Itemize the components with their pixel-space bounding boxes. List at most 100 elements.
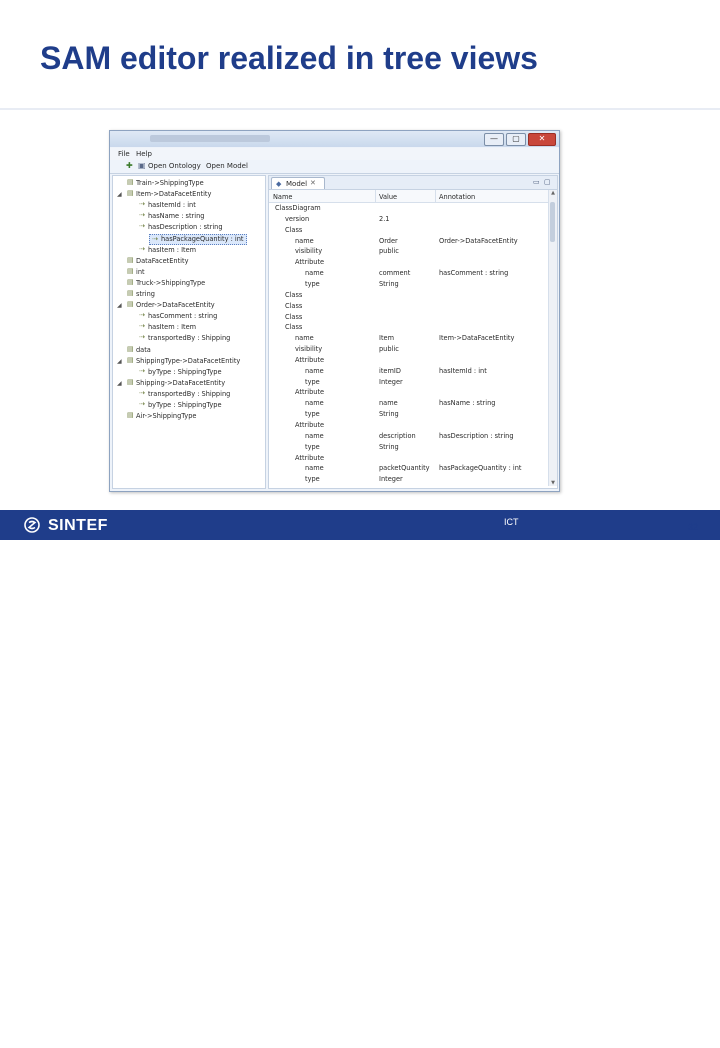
- decorative-dot: [602, 1033, 604, 1035]
- window-titlebar[interactable]: — ▢ ✕: [110, 131, 559, 147]
- expand-arrow-icon[interactable]: ◢: [117, 356, 125, 367]
- tree-item-label: hasDescription : string: [148, 223, 223, 232]
- tree-item-label: Air->ShippingType: [136, 412, 197, 421]
- table-row[interactable]: name packetQuantity hasPackageQuantity : i…: [269, 463, 549, 474]
- tree-item[interactable]: ⇢ hasItem : Item: [113, 245, 261, 256]
- open-ontology-button[interactable]: Open Ontology: [148, 162, 201, 170]
- column-divider[interactable]: [375, 190, 376, 202]
- column-value-header[interactable]: Value: [379, 193, 397, 201]
- tree-item[interactable]: ◢ ▤ ShippingType->DataFacetEntity: [113, 356, 261, 367]
- column-name-header[interactable]: Name: [273, 193, 292, 201]
- table-row[interactable]: type String: [269, 442, 549, 453]
- tree-item-label: Order->DataFacetEntity: [136, 301, 215, 310]
- table-row[interactable]: version 2.1: [269, 214, 549, 225]
- tab-model-label: Model: [286, 180, 308, 188]
- cell-name: visibility: [295, 345, 323, 354]
- vertical-scrollbar[interactable]: ▲ ▼: [548, 190, 557, 486]
- tree-item[interactable]: ▤ data: [113, 345, 261, 356]
- plus-icon[interactable]: ✚: [126, 162, 134, 170]
- minimize-button[interactable]: —: [484, 133, 504, 146]
- tree-item[interactable]: ▤ DataFacetEntity: [113, 256, 261, 267]
- cell-name: Class: [285, 312, 303, 321]
- table-row[interactable]: Class: [269, 301, 549, 312]
- table-row[interactable]: name itemID hasItemId : int: [269, 366, 549, 377]
- expand-arrow-icon[interactable]: ◢: [117, 189, 125, 200]
- table-row[interactable]: Class: [269, 312, 549, 323]
- scroll-up-icon[interactable]: ▲: [549, 190, 557, 196]
- property-icon: ⇢: [139, 211, 145, 220]
- close-tab-icon[interactable]: ✕: [310, 179, 316, 187]
- cell-name: Attribute: [295, 355, 325, 364]
- cell-value: Order: [379, 236, 398, 245]
- table-row[interactable]: name name hasName : string: [269, 398, 549, 409]
- table-row[interactable]: Class: [269, 290, 549, 301]
- tree-item[interactable]: ◢ ▤ Item->DataFacetEntity: [113, 189, 261, 200]
- sintef-logo-icon: [24, 517, 40, 533]
- table-row[interactable]: type Integer: [269, 474, 549, 485]
- tree-item[interactable]: ▤ string: [113, 289, 261, 300]
- table-row[interactable]: Attribute: [269, 355, 549, 366]
- decorative-dot: [542, 1042, 544, 1044]
- tree-item[interactable]: ⇢ hasItem : Item: [113, 322, 261, 333]
- tree-item[interactable]: ⇢ hasPackageQuantity : int: [149, 233, 247, 245]
- tree-item[interactable]: ⇢ transportedBy : Shipping: [113, 389, 261, 400]
- table-row[interactable]: type String: [269, 279, 549, 290]
- expand-arrow-icon[interactable]: ◢: [117, 378, 125, 389]
- column-annotation-header[interactable]: Annotation: [439, 193, 475, 201]
- tree-item[interactable]: ▤ Train->ShippingType: [113, 178, 261, 189]
- table-row[interactable]: type String: [269, 409, 549, 420]
- column-divider[interactable]: [435, 190, 436, 202]
- table-row[interactable]: Attribute: [269, 453, 549, 464]
- tree-item[interactable]: ⇢ hasItemId : int: [113, 200, 261, 211]
- table-row[interactable]: name Item Item->DataFacetEntity: [269, 333, 549, 344]
- tree-item-label: transportedBy : Shipping: [148, 334, 231, 343]
- cell-name: name: [295, 236, 314, 245]
- tree-item[interactable]: ▤ Air->ShippingType: [113, 411, 261, 422]
- tree-item[interactable]: ▤ Truck->ShippingType: [113, 278, 261, 289]
- cell-name: visibility: [295, 247, 323, 256]
- tree-item[interactable]: ⇢ hasName : string: [113, 211, 261, 222]
- tree-item-label: hasItem : Item: [148, 245, 197, 254]
- tree-item[interactable]: ⇢ byType : ShippingType: [113, 400, 261, 411]
- tree-item[interactable]: ⇢ hasDescription : string: [113, 222, 261, 233]
- cell-name: Class: [285, 301, 303, 310]
- menu-help[interactable]: Help: [136, 150, 152, 158]
- tab-model[interactable]: ◆ Model ✕: [271, 177, 325, 189]
- table-row[interactable]: name comment hasComment : string: [269, 268, 549, 279]
- maximize-view-icon[interactable]: ▢: [544, 178, 551, 186]
- table-row[interactable]: Class: [269, 225, 549, 236]
- property-icon: ⇢: [139, 400, 145, 408]
- open-model-button[interactable]: Open Model: [206, 162, 248, 170]
- tree-item[interactable]: ⇢ transportedBy : Shipping: [113, 333, 261, 344]
- tree-item[interactable]: ◢ ▤ Order->DataFacetEntity: [113, 300, 261, 311]
- table-row[interactable]: name description hasDescription : string: [269, 431, 549, 442]
- cell-value: name: [379, 399, 398, 408]
- property-icon: ⇢: [139, 311, 145, 320]
- tree-item[interactable]: ⇢ hasComment : string: [113, 311, 261, 322]
- close-button[interactable]: ✕: [528, 133, 556, 146]
- table-row[interactable]: Attribute: [269, 387, 549, 398]
- maximize-button[interactable]: ▢: [506, 133, 526, 146]
- table-row[interactable]: visibility public: [269, 246, 549, 257]
- table-row[interactable]: Attribute: [269, 420, 549, 431]
- decorative-dot: [602, 1042, 604, 1044]
- table-row[interactable]: type Integer: [269, 377, 549, 388]
- class-icon: ▤: [127, 377, 134, 386]
- scrollbar-thumb[interactable]: [550, 202, 555, 242]
- tree-item[interactable]: ◢ ▤ Shipping->DataFacetEntity: [113, 378, 261, 389]
- tree-item[interactable]: ⇢ byType : ShippingType: [113, 367, 261, 378]
- scroll-down-icon[interactable]: ▼: [549, 480, 557, 486]
- tree-item[interactable]: ▤ int: [113, 267, 261, 278]
- table-row[interactable]: name Order Order->DataFacetEntity: [269, 236, 549, 247]
- table-row[interactable]: Class: [269, 322, 549, 333]
- table-row[interactable]: Attribute: [269, 257, 549, 268]
- ontology-tree-view[interactable]: ▤ Train->ShippingType ◢ ▤ Item->DataFacetEnt…: [112, 175, 266, 489]
- table-row[interactable]: visibility public: [269, 344, 549, 355]
- class-icon: ▤: [127, 277, 134, 286]
- expand-arrow-icon[interactable]: ◢: [117, 300, 125, 311]
- table-row[interactable]: ClassDiagram: [269, 203, 549, 214]
- menu-file[interactable]: File: [118, 150, 130, 158]
- decorative-dot: [554, 1042, 556, 1044]
- minimize-view-icon[interactable]: ▭: [533, 178, 540, 186]
- tree-item-label: hasName : string: [148, 212, 205, 221]
